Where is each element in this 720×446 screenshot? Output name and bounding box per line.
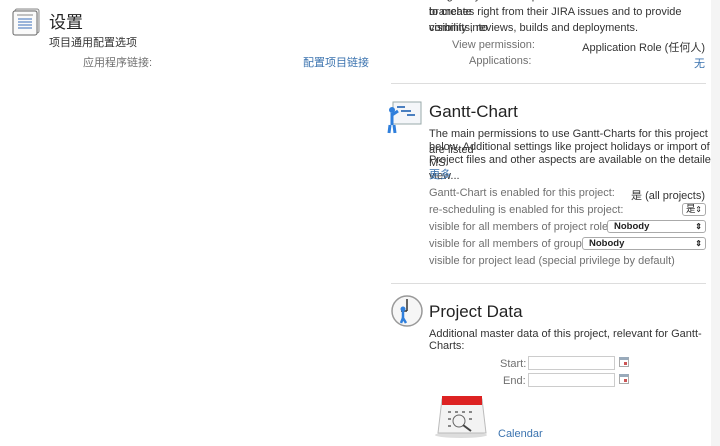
applications-value-link[interactable]: 无 (694, 55, 705, 71)
settings-icon (12, 8, 40, 36)
gantt-desc-3: Project files and other aspects are avai… (429, 154, 718, 182)
settings-title: 设置 (49, 13, 83, 32)
project-role-label: visible for all members of project role: (429, 221, 612, 233)
select-arrows-icon: ⇕ (695, 222, 702, 231)
scrollbar[interactable] (711, 0, 720, 446)
calendar-link[interactable]: Calendar (498, 428, 543, 440)
app-link-label: 应用程序链接: (83, 57, 153, 69)
select-arrows-icon: ⇕ (695, 205, 702, 214)
rescheduling-value: 是 (686, 204, 696, 215)
start-calendar-icon[interactable] (619, 357, 629, 367)
group-value: Nobody (589, 238, 625, 249)
project-lead-label: visible for project lead (special privil… (429, 255, 675, 267)
more-link[interactable]: 更多 (429, 166, 451, 182)
rescheduling-label: re-scheduling is enabled for this projec… (429, 204, 624, 216)
divider (391, 83, 706, 84)
gantt-chart-title: Gantt-Chart (429, 102, 518, 121)
select-arrows-icon: ⇕ (695, 239, 702, 248)
settings-subtitle: 项目通用配置选项 (49, 37, 137, 49)
view-permission-value: Application Role (任何人) (582, 42, 705, 54)
project-data-title: Project Data (429, 302, 523, 321)
configure-project-links-link[interactable]: 配置项目链接 (303, 54, 369, 70)
end-calendar-icon[interactable] (619, 374, 629, 384)
view-permission-label: View permission: (452, 39, 535, 51)
start-date-input[interactable] (528, 356, 615, 370)
rescheduling-select[interactable]: 是 ⇕ (682, 203, 706, 216)
divider (391, 283, 706, 284)
gantt-enabled-label: Gantt-Chart is enabled for this project: (429, 187, 615, 199)
end-date-input[interactable] (528, 373, 615, 387)
project-role-value: Nobody (614, 221, 650, 232)
clock-icon (391, 295, 423, 327)
group-label: visible for all members of group: (429, 238, 585, 250)
applications-label: Applications: (469, 55, 532, 67)
gantt-enabled-value: 是 (all projects) (631, 190, 705, 202)
end-label: End: (503, 375, 526, 387)
gantt-chart-icon (387, 101, 423, 135)
calendar-large-icon (434, 393, 488, 439)
project-role-select[interactable]: Nobody ⇕ (607, 220, 706, 233)
group-select[interactable]: Nobody ⇕ (582, 237, 706, 250)
start-label: Start: (500, 358, 527, 370)
development-text-2: commits, reviews, builds and deployments… (429, 22, 639, 34)
project-data-desc: Additional master data of this project, … (429, 328, 702, 352)
